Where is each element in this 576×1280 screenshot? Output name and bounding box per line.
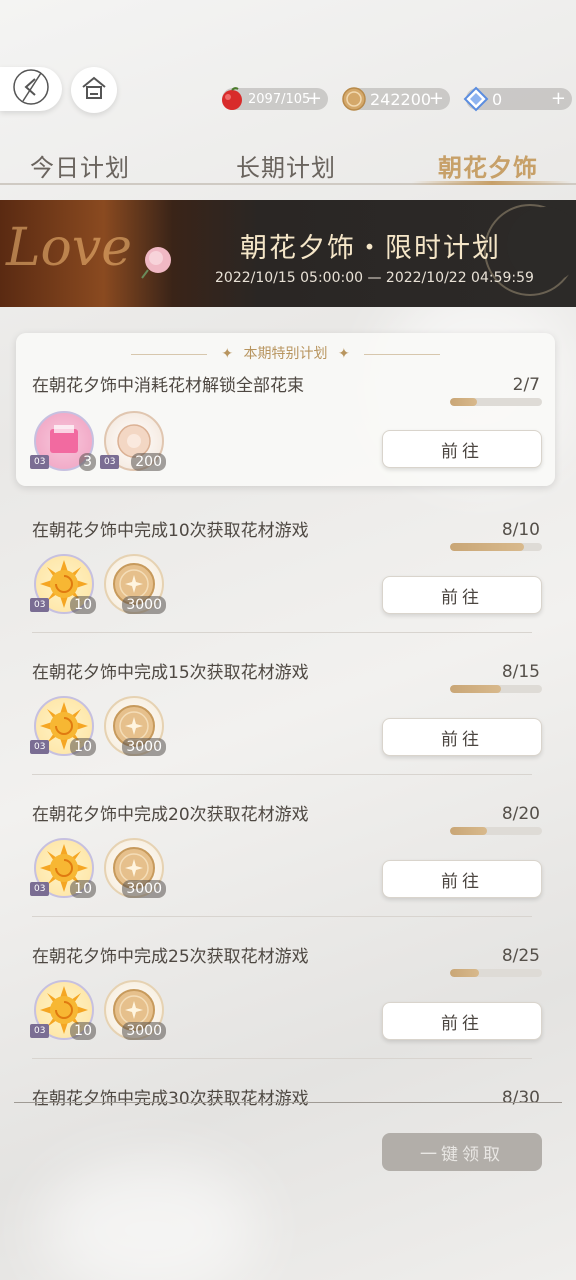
plan-tabs: 今日计划 长期计划 朝花夕饰 <box>0 140 576 186</box>
rose-icon <box>138 240 178 284</box>
reward-item[interactable]: 3000 <box>104 838 166 898</box>
task-title: 在朝花夕饰中完成20次获取花材游戏 <box>32 805 309 825</box>
gold-value: 242200 <box>370 89 432 109</box>
task-progress-bar <box>450 398 542 406</box>
reward-item[interactable]: 03 10 <box>30 980 96 1040</box>
reward-item[interactable]: 03 10 <box>30 696 96 756</box>
task-title: 在朝花夕饰中消耗花材解锁全部花束 <box>32 376 304 396</box>
task-divider <box>32 774 532 775</box>
go-button[interactable]: 前往 <box>382 430 542 468</box>
reward-item[interactable]: 03 200 <box>100 411 166 471</box>
banner-decor-text: Love <box>6 218 132 278</box>
reward-item[interactable]: 3000 <box>104 554 166 614</box>
task-divider <box>32 632 532 633</box>
task-progress-bar <box>450 543 542 551</box>
task-count: 8/15 <box>501 662 540 682</box>
reward-tag: 03 <box>100 455 120 469</box>
task-title: 在朝花夕饰中完成10次获取花材游戏 <box>32 521 309 541</box>
diamond-resource[interactable]: 0 + <box>463 86 572 112</box>
plus-icon[interactable]: + <box>307 89 322 109</box>
reward-tag: 03 <box>30 598 50 612</box>
gold-resource[interactable]: 242200 + <box>342 87 450 111</box>
task-progress-bar <box>450 969 542 977</box>
back-arrow-icon <box>11 67 51 111</box>
task-count: 8/20 <box>501 804 540 824</box>
list-bottom-divider <box>14 1102 562 1103</box>
event-banner: Love 朝花夕饰・限时计划 2022/10/15 05:00:00 — 202… <box>0 200 576 307</box>
reward-qty: 10 <box>70 738 96 756</box>
task-count: 2/7 <box>512 375 540 395</box>
tab-long-term[interactable]: 长期计划 <box>236 148 336 183</box>
reward-tag: 03 <box>30 740 50 754</box>
reward-tag: 03 <box>30 455 50 469</box>
task-divider <box>32 1058 532 1059</box>
reward-qty: 3000 <box>122 738 166 756</box>
reward-item[interactable]: 03 10 <box>30 838 96 898</box>
stamina-value: 2097/105 <box>248 91 311 107</box>
reward-qty: 3000 <box>122 1022 166 1040</box>
reward-tag: 03 <box>30 882 50 896</box>
tab-flower-event[interactable]: 朝花夕饰 <box>438 148 538 183</box>
stamina-resource[interactable]: 2097/105 + <box>222 87 328 110</box>
tab-today[interactable]: 今日计划 <box>30 148 130 183</box>
plus-icon[interactable]: + <box>429 89 444 109</box>
home-button[interactable] <box>71 67 117 113</box>
diamond-value: 0 <box>492 89 503 109</box>
task-divider <box>32 916 532 917</box>
reward-qty: 3 <box>79 453 96 471</box>
go-button[interactable]: 前往 <box>382 1002 542 1040</box>
diamond-icon <box>462 85 490 113</box>
reward-qty: 3000 <box>122 880 166 898</box>
reward-qty: 10 <box>70 596 96 614</box>
task-title: 在朝花夕饰中完成25次获取花材游戏 <box>32 947 309 967</box>
special-plan-header: ✦ 本期特别计划 ✦ <box>16 343 555 363</box>
task-count: 8/30 <box>501 1088 540 1108</box>
home-icon <box>79 73 109 107</box>
apple-stamina-icon <box>218 85 246 113</box>
reward-qty: 10 <box>70 1022 96 1040</box>
task-count: 8/25 <box>501 946 540 966</box>
back-button[interactable] <box>0 67 62 111</box>
reward-qty: 3000 <box>122 596 166 614</box>
go-button[interactable]: 前往 <box>382 718 542 756</box>
task-progress-bar <box>450 827 542 835</box>
task-count: 8/10 <box>501 520 540 540</box>
banner-period: 2022/10/15 05:00:00 — 2022/10/22 04:59:5… <box>215 270 534 286</box>
go-button[interactable]: 前往 <box>382 860 542 898</box>
reward-item[interactable]: 3000 <box>104 696 166 756</box>
gold-coin-icon <box>340 85 368 113</box>
task-title: 在朝花夕饰中完成30次获取花材游戏 <box>32 1089 309 1109</box>
tab-active-indicator <box>412 181 572 185</box>
reward-item[interactable]: 03 10 <box>30 554 96 614</box>
special-plan-card: ✦ 本期特别计划 ✦ 在朝花夕饰中消耗花材解锁全部花束 2/7 03 3 03 … <box>16 333 555 486</box>
go-button[interactable]: 前往 <box>382 576 542 614</box>
reward-item[interactable]: 03 3 <box>30 411 96 471</box>
task-progress-bar <box>450 685 542 693</box>
plus-icon[interactable]: + <box>551 89 566 109</box>
reward-item[interactable]: 3000 <box>104 980 166 1040</box>
reward-qty: 10 <box>70 880 96 898</box>
banner-title: 朝花夕饰・限时计划 <box>240 233 501 264</box>
reward-qty: 200 <box>131 453 166 471</box>
task-title: 在朝花夕饰中完成15次获取花材游戏 <box>32 663 309 683</box>
special-plan-title: 本期特别计划 <box>243 346 328 362</box>
reward-tag: 03 <box>30 1024 50 1038</box>
claim-all-button[interactable]: 一键领取 <box>382 1133 542 1171</box>
